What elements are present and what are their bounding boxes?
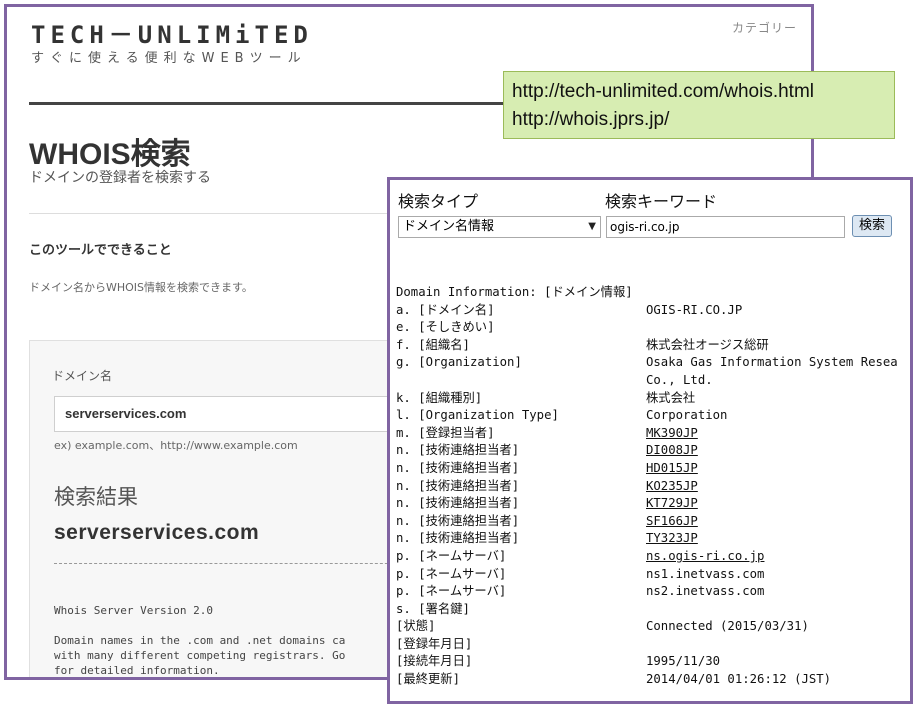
whois-key: [接続年月日] — [396, 654, 473, 669]
whois-key: n. [技術連絡担当者] — [396, 496, 520, 511]
whois-key: n. [技術連絡担当者] — [396, 513, 520, 528]
whois-value: Corporation — [646, 408, 728, 423]
whois-value: 株式会社オージス総研 — [646, 337, 769, 352]
whois-row: l. [Organization Type] Corporation — [396, 407, 910, 425]
callout-url-jprs: http://whois.jprs.jp/ — [512, 109, 670, 130]
whois-value: 2014/04/01 01:26:12 (JST) — [646, 672, 832, 687]
site-tagline: すぐに使える便利なWEBツール — [31, 51, 307, 66]
whois-value: ns1.inetvass.com — [646, 566, 765, 581]
nameserver-link[interactable]: ns.ogis-ri.co.jp — [646, 548, 764, 566]
whois-row: p. [ネームサーバ] ns2.inetvass.com — [396, 583, 910, 601]
whois-row: p. [ネームサーバ] ns.ogis-ri.co.jp — [396, 548, 910, 566]
domain-label: ドメイン名 — [52, 369, 113, 383]
raw-line: for detailed information. — [54, 664, 220, 677]
whois-row: n. [技術連絡担当者] TY323JP — [396, 530, 910, 548]
domain-example: ex) example.com、http://www.example.com — [54, 439, 298, 452]
raw-line: with many different competing registrars… — [54, 649, 346, 662]
handle-link[interactable]: KO235JP — [646, 478, 698, 496]
result-domain: serverservices.com — [54, 521, 260, 544]
whois-key: [登録年月日] — [396, 636, 473, 651]
handle-link[interactable]: MK390JP — [646, 425, 698, 443]
whois-value: OGIS-RI.CO.JP — [646, 302, 743, 317]
search-type-select[interactable]: ドメイン名情報 ▼ — [398, 216, 601, 238]
url-callout: http://tech-unlimited.com/whois.html htt… — [503, 71, 895, 139]
whois-row: p. [ネームサーバ] ns1.inetvass.com — [396, 566, 910, 584]
whois-result: Domain Information: [ドメイン情報] a. [ドメイン名] O… — [396, 284, 910, 689]
handle-link[interactable]: DI008JP — [646, 442, 698, 460]
category-menu[interactable]: カテゴリー — [732, 19, 797, 36]
dropdown-arrow-icon: ▼ — [588, 221, 596, 232]
whois-value: 1995/11/30 — [646, 654, 721, 669]
whois-row: [状態] Connected (2015/03/31) — [396, 618, 910, 636]
result-title: 検索結果 — [54, 485, 138, 509]
whois-key: n. [技術連絡担当者] — [396, 443, 520, 458]
whois-key: m. [登録担当者] — [396, 425, 495, 440]
whois-key: l. [Organization Type] — [396, 408, 559, 423]
whois-key: n. [技術連絡担当者] — [396, 531, 520, 546]
whois-value: 株式会社 — [646, 390, 696, 405]
whois-key: e. [そしきめい] — [396, 320, 495, 335]
whois-key: g. [Organization] — [396, 355, 522, 370]
whois-row: a. [ドメイン名] OGIS-RI.CO.JP — [396, 302, 910, 320]
raw-whois-output: Whois Server Version 2.0 Domain names in … — [54, 603, 346, 677]
whois-row: s. [署名鍵] — [396, 601, 910, 619]
whois-row: m. [登録担当者] MK390JP — [396, 425, 910, 443]
handle-link[interactable]: HD015JP — [646, 460, 698, 478]
whois-value: Osaka Gas Information System Resea Co., … — [646, 355, 898, 387]
search-type-value: ドメイン名情報 — [403, 219, 495, 234]
handle-link[interactable]: TY323JP — [646, 530, 698, 548]
raw-line: Whois Server Version 2.0 — [54, 604, 213, 617]
handle-link[interactable]: KT729JP — [646, 495, 698, 513]
whois-row: e. [そしきめい] — [396, 319, 910, 337]
whois-row: [接続年月日] 1995/11/30 — [396, 653, 910, 671]
whois-key: f. [組織名] — [396, 337, 470, 352]
whois-row: n. [技術連絡担当者] HD015JP — [396, 460, 910, 478]
search-type-label: 検索タイプ — [398, 192, 479, 211]
features-description: ドメイン名からWHOIS情報を検索できます。 — [29, 281, 253, 294]
keyword-input[interactable]: ogis-ri.co.jp — [606, 216, 845, 238]
features-heading: このツールでできること — [29, 243, 172, 258]
whois-row: n. [技術連絡担当者] DI008JP — [396, 442, 910, 460]
whois-row: n. [技術連絡担当者] SF166JP — [396, 513, 910, 531]
whois-value: ns2.inetvass.com — [646, 584, 765, 599]
whois-row: [最終更新] 2014/04/01 01:26:12 (JST) — [396, 671, 910, 689]
whois-key: p. [ネームサーバ] — [396, 548, 507, 563]
whois-key: k. [組織種別] — [396, 390, 483, 405]
site-logo[interactable]: TECH－UNLIMiTED — [31, 15, 313, 50]
whois-row: f. [組織名] 株式会社オージス総研 — [396, 337, 910, 355]
whois-key: n. [技術連絡担当者] — [396, 460, 520, 475]
whois-key: p. [ネームサーバ] — [396, 566, 507, 581]
whois-key: s. [署名鍵] — [396, 601, 470, 616]
whois-value: Connected (2015/03/31) — [646, 619, 809, 634]
whois-key: a. [ドメイン名] — [396, 302, 495, 317]
whois-row: n. [技術連絡担当者] KO235JP — [396, 478, 910, 496]
whois-header: Domain Information: [ドメイン情報] — [396, 285, 633, 299]
whois-row: n. [技術連絡担当者] KT729JP — [396, 495, 910, 513]
whois-row: k. [組織種別] 株式会社 — [396, 390, 910, 408]
search-button[interactable]: 検索 — [852, 215, 892, 237]
whois-key: p. [ネームサーバ] — [396, 584, 507, 599]
whois-key: [状態] — [396, 619, 436, 634]
whois-key: [最終更新] — [396, 672, 460, 687]
whois-row: [登録年月日] — [396, 636, 910, 654]
jprs-whois-window: 検索タイプ 検索キーワード ドメイン名情報 ▼ ogis-ri.co.jp 検索… — [387, 177, 913, 704]
page-subtitle: ドメインの登録者を検索する — [29, 170, 211, 186]
callout-url-tech-unlimited: http://tech-unlimited.com/whois.html — [512, 81, 815, 102]
whois-row: g. [Organization] Osaka Gas Information S… — [396, 354, 910, 389]
handle-link[interactable]: SF166JP — [646, 513, 698, 531]
raw-line: Domain names in the .com and .net domain… — [54, 634, 346, 647]
keyword-label: 検索キーワード — [605, 192, 718, 211]
whois-key: n. [技術連絡担当者] — [396, 478, 520, 493]
